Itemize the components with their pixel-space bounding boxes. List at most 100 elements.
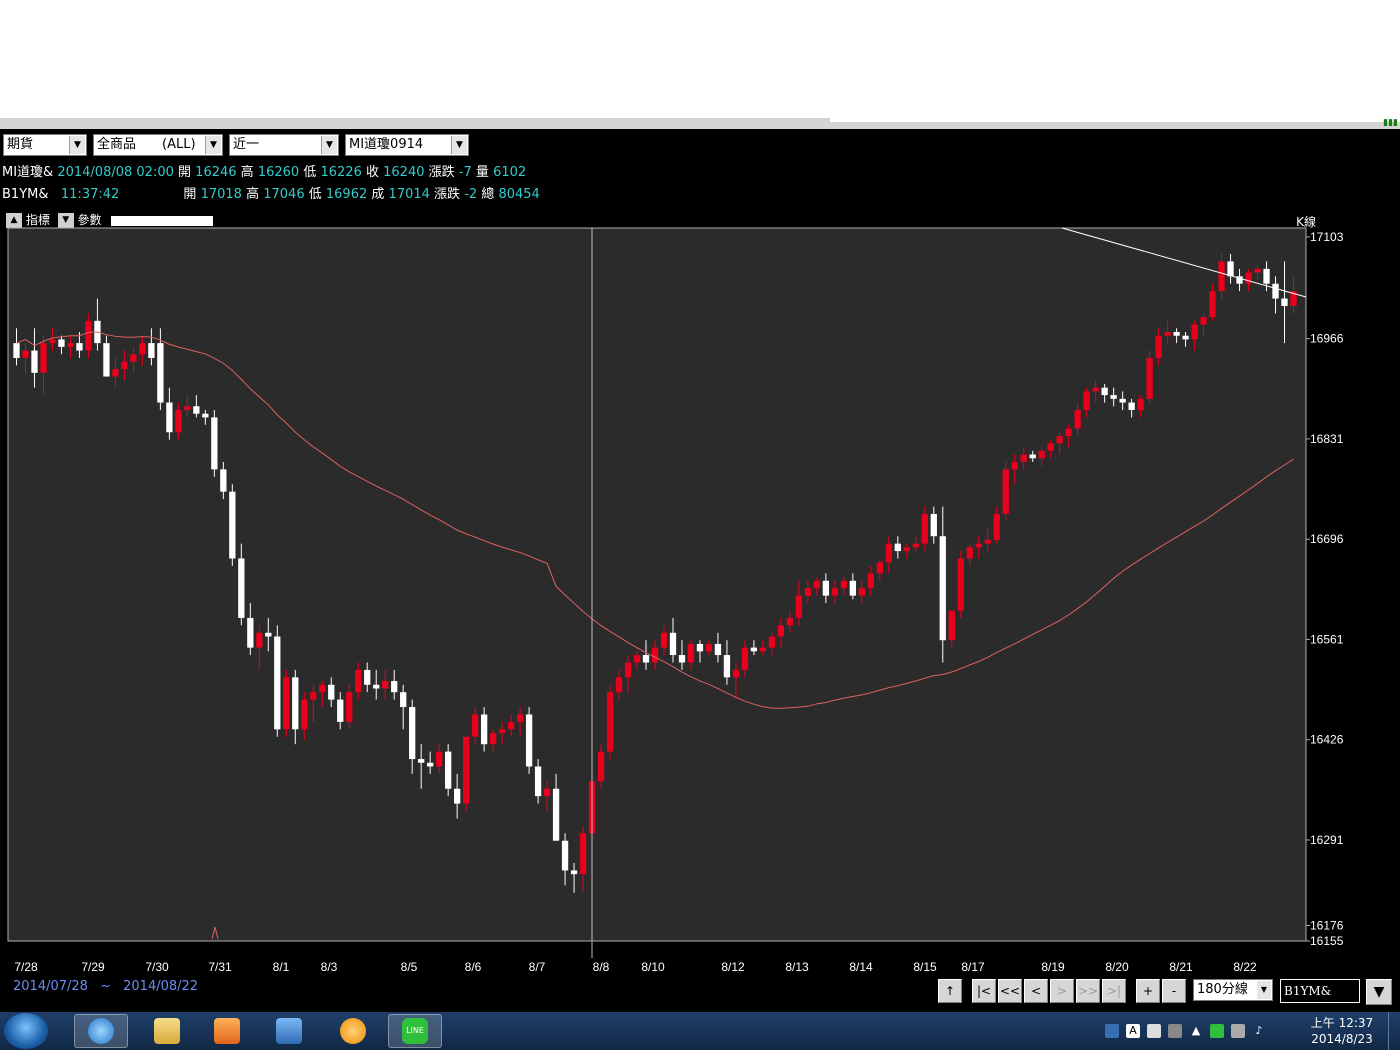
page-back-button[interactable]: << xyxy=(998,979,1022,1003)
tray-expand-icon[interactable]: ▲ xyxy=(1189,1024,1203,1038)
x-tick-label: 8/5 xyxy=(401,960,418,974)
taskbar-tools[interactable] xyxy=(262,1014,316,1048)
candle-body xyxy=(1272,283,1279,299)
candle-body xyxy=(301,699,308,730)
candle-body xyxy=(1002,469,1009,514)
candle-body xyxy=(642,655,650,663)
candle-body xyxy=(148,343,155,358)
candle-body xyxy=(85,320,92,351)
candle-body xyxy=(283,677,290,730)
candle-body xyxy=(1182,335,1189,340)
candle-body xyxy=(247,617,254,648)
windows-start-icon[interactable] xyxy=(4,1013,48,1049)
trading-chart-window: 期貨 ▼ 全商品 (ALL) ▼ 近一 ▼ MI道瓊0914 ▼ MI道瓊& 2… xyxy=(0,129,1400,1012)
window-icon[interactable] xyxy=(1147,1024,1161,1038)
candle-body xyxy=(1263,268,1270,284)
grip-icon: ▮▮▮ xyxy=(1383,118,1398,128)
y-tick-label: 16155 xyxy=(1310,934,1344,948)
candle-body xyxy=(777,625,785,637)
internet-explorer-icon xyxy=(88,1018,114,1044)
candle-body xyxy=(1074,409,1081,429)
candle-body xyxy=(678,655,686,663)
x-tick-label: 8/15 xyxy=(913,960,937,974)
candle-body xyxy=(507,721,515,730)
candle-body xyxy=(1164,331,1171,336)
input-method-icon[interactable] xyxy=(1105,1024,1119,1038)
font-a-icon[interactable]: A xyxy=(1126,1024,1140,1038)
candle-body xyxy=(1119,398,1126,403)
candle-body xyxy=(1137,398,1144,410)
line-icon: LINE xyxy=(402,1018,428,1044)
candle-body xyxy=(894,543,901,552)
step-forward-button[interactable]: > xyxy=(1050,979,1074,1003)
line-tray-icon[interactable] xyxy=(1210,1024,1224,1038)
last-page-button[interactable]: >| xyxy=(1102,979,1126,1003)
show-desktop-button[interactable] xyxy=(1388,1012,1400,1050)
candle-body xyxy=(211,417,218,470)
x-tick-label: 8/3 xyxy=(321,960,338,974)
candle-body xyxy=(292,677,299,730)
candlestick-chart[interactable]: 17103 16966 16831 16696 16561 16426 16291 16176… xyxy=(0,129,1400,1012)
candle-body xyxy=(1047,443,1054,451)
empty-window-area xyxy=(0,0,1400,118)
candle-body xyxy=(1209,291,1216,318)
candle-body xyxy=(328,684,335,700)
page-forward-button[interactable]: >> xyxy=(1076,979,1100,1003)
candle-body xyxy=(975,543,982,548)
candle-body xyxy=(1029,454,1036,459)
network-icon[interactable] xyxy=(1231,1024,1245,1038)
candle-body xyxy=(319,684,326,693)
scroll-top-button[interactable]: ↑ xyxy=(938,979,962,1003)
first-page-button[interactable]: |< xyxy=(972,979,996,1003)
candle-body xyxy=(76,343,83,351)
x-tick-label: 7/28 xyxy=(14,960,38,974)
candle-body xyxy=(831,588,839,596)
candle-body xyxy=(256,632,263,648)
candle-body xyxy=(355,669,362,693)
symbol-input[interactable]: B1YM& xyxy=(1280,979,1360,1003)
taskbar-browser[interactable] xyxy=(326,1014,380,1048)
candle-body xyxy=(1173,331,1180,336)
candle-body xyxy=(525,714,533,767)
candle-body xyxy=(310,692,317,700)
period-select[interactable]: 180分線 ▼ xyxy=(1193,979,1273,1001)
candle-body xyxy=(157,343,164,403)
candle-body xyxy=(40,343,47,373)
candle-body xyxy=(840,580,848,589)
candle-body xyxy=(130,354,137,362)
candle-body xyxy=(993,513,1000,540)
keyboard-icon[interactable] xyxy=(1168,1024,1182,1038)
candle-body xyxy=(579,833,587,875)
candle-body xyxy=(1128,402,1135,410)
zoom-out-button[interactable]: - xyxy=(1162,979,1186,1003)
x-tick-label: 8/10 xyxy=(641,960,665,974)
candle-body xyxy=(274,636,281,730)
candle-body xyxy=(660,632,668,648)
taskbar-line[interactable]: LINE xyxy=(388,1014,442,1048)
system-clock[interactable]: 上午 12:37 2014/8/23 xyxy=(1306,1015,1378,1047)
clock-time: 上午 12:37 xyxy=(1310,1016,1374,1030)
step-back-button[interactable]: < xyxy=(1024,979,1048,1003)
candle-body xyxy=(480,714,488,745)
candle-body xyxy=(364,669,371,685)
candle-body xyxy=(597,751,605,782)
candle-body xyxy=(1110,395,1117,399)
y-tick-label: 16426 xyxy=(1310,733,1344,747)
candle-body xyxy=(445,751,452,789)
candle-body xyxy=(1065,428,1072,436)
collapse-button[interactable]: ▼ xyxy=(1366,979,1392,1005)
candle-body xyxy=(1200,317,1207,325)
y-tick-label: 17103 xyxy=(1310,230,1344,244)
x-tick-label: 7/31 xyxy=(208,960,232,974)
taskbar-explorer[interactable] xyxy=(140,1014,194,1048)
candle-body xyxy=(516,714,524,722)
candle-body xyxy=(750,647,758,652)
taskbar-ie[interactable] xyxy=(74,1014,128,1048)
candle-body xyxy=(139,343,146,355)
zoom-in-button[interactable]: + xyxy=(1136,979,1160,1003)
volume-icon[interactable]: ♪ xyxy=(1252,1024,1266,1038)
taskbar-media[interactable] xyxy=(200,1014,254,1048)
candle-body xyxy=(957,558,964,611)
candle-body xyxy=(382,681,389,689)
candle-body xyxy=(112,369,119,377)
